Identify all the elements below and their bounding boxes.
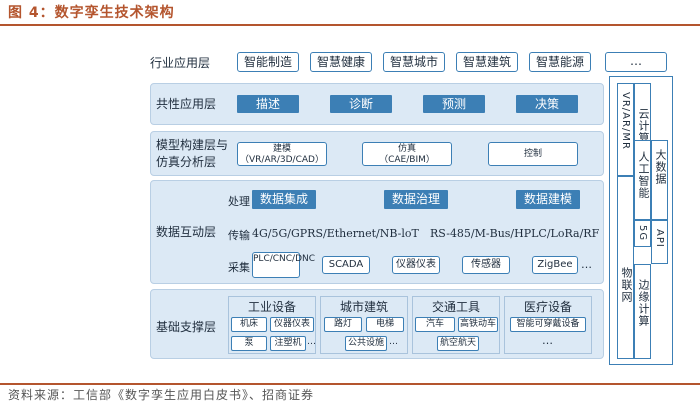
industry-layer-label: 行业应用层: [150, 56, 211, 70]
collect-label: 采集: [228, 261, 250, 274]
transmit-protocols-left: 4G/5G/GPRS/Ethernet/NB-loT: [252, 227, 419, 240]
base-cell: 公共设施: [345, 336, 387, 351]
industry-item: 智慧城市: [383, 52, 445, 72]
base-group-more: …: [389, 337, 398, 347]
base-group-more: …: [542, 334, 553, 347]
common-item: 预测: [423, 95, 485, 113]
process-item: 数据治理: [384, 190, 448, 209]
base-cell: 航空航天: [437, 336, 479, 351]
source-note: 资料来源：工信部《数字孪生应用白皮书》、招商证券: [8, 388, 315, 402]
modeling-box: 建模 （VR/AR/3D/CAD）: [237, 142, 327, 166]
common-item: 诊断: [330, 95, 392, 113]
collect-item: SCADA: [322, 256, 370, 274]
base-cell: 汽车: [415, 317, 455, 332]
base-cell: 高铁动车: [458, 317, 498, 332]
base-group-more: …: [307, 337, 316, 347]
industry-item: 智能制造: [237, 52, 299, 72]
common-layer-label: 共性应用层: [156, 97, 217, 111]
title-rule: [0, 24, 700, 26]
common-item: 决策: [516, 95, 578, 113]
process-item: 数据建模: [516, 190, 580, 209]
simulation-detail: （CAE/BIM）: [379, 155, 435, 165]
collect-item: 仪器仪表: [392, 256, 440, 274]
collect-item: PLC/CNC/DNC: [252, 252, 315, 278]
common-item: 描述: [237, 95, 299, 113]
collect-item: 传感器: [462, 256, 510, 274]
industry-item: 智慧建筑: [456, 52, 518, 72]
industry-item: 智慧能源: [529, 52, 591, 72]
transmit-protocols-right: RS-485/M-Bus/HPLC/LoRa/RF: [430, 227, 600, 240]
simulation-title: 仿真: [397, 144, 416, 154]
process-label: 处理: [228, 195, 250, 208]
control-box: 控制: [488, 142, 578, 166]
base-group-title: 城市建筑: [339, 300, 388, 314]
base-group-title: 医疗设备: [523, 300, 572, 314]
base-group-title: 工业设备: [247, 300, 296, 314]
collect-more: …: [581, 258, 592, 271]
model-layer-label-line2: 仿真分析层: [156, 155, 217, 169]
modeling-title: 建模: [272, 144, 291, 154]
base-cell: 路灯: [324, 317, 362, 332]
base-layer-label: 基础支撑层: [156, 320, 217, 334]
base-cell: 泵: [231, 336, 267, 351]
process-item: 数据集成: [252, 190, 316, 209]
side-outer-border: [609, 76, 673, 365]
base-cell: 智能可穿戴设备: [510, 317, 586, 332]
base-cell: 电梯: [366, 317, 404, 332]
model-layer-label-line1: 模型构建层与: [156, 138, 229, 152]
base-cell: 仪器仪表: [270, 317, 314, 332]
modeling-detail: （VR/AR/3D/CAD）: [240, 155, 324, 165]
transmit-label: 传输: [228, 229, 250, 242]
industry-item-more: …: [605, 52, 667, 72]
base-cell: 机床: [231, 317, 267, 332]
footer-rule: [0, 383, 700, 385]
industry-item: 智慧健康: [310, 52, 372, 72]
base-cell: 注塑机: [270, 336, 306, 351]
collect-item: ZigBee: [532, 256, 578, 274]
simulation-box: 仿真 （CAE/BIM）: [362, 142, 452, 166]
data-layer-label: 数据互动层: [156, 225, 217, 239]
figure-title: 图 4：数字孪生技术架构: [8, 5, 175, 21]
base-group-title: 交通工具: [431, 300, 480, 314]
